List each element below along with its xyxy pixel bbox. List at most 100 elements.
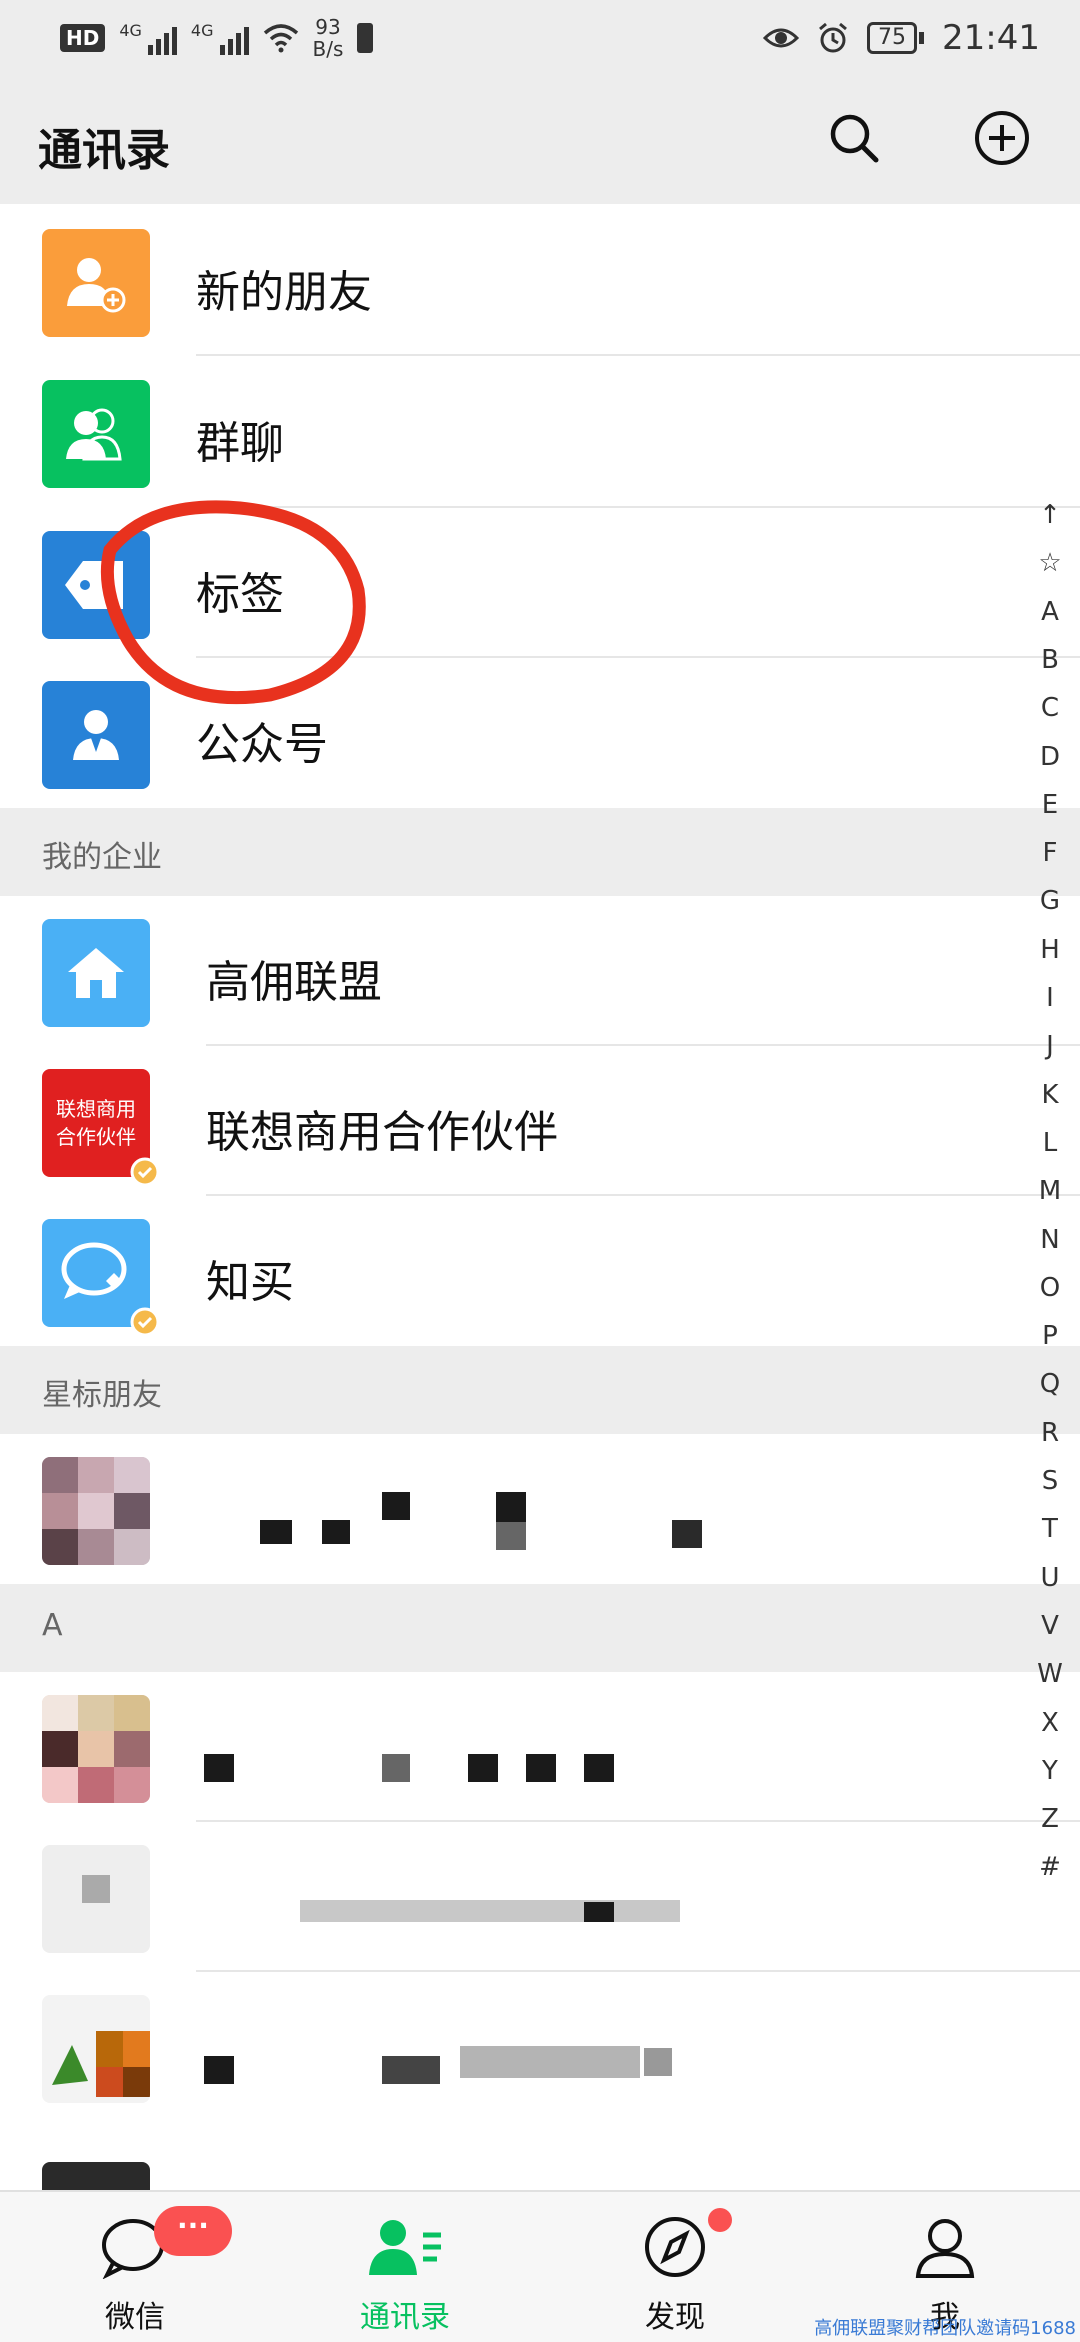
search-button[interactable] (822, 106, 886, 170)
list-item-group-chats[interactable]: 群聊 (0, 357, 1080, 507)
list-item-enterprise-lenovo[interactable]: 联想商用合作伙伴 联想商用合作伙伴 (0, 1046, 1080, 1196)
list-item-enterprise-zhimai[interactable]: 知买 (0, 1196, 1080, 1346)
lenovo-partner-logo: 联想商用合作伙伴 (42, 1069, 160, 1187)
index-letter[interactable]: D (1030, 742, 1070, 772)
section-header-starred: 星标朋友 (0, 1346, 1080, 1434)
new-dot-badge (708, 2208, 732, 2232)
list-item-new-friends[interactable]: 新的朋友 (0, 206, 1080, 356)
blurred-name (496, 1522, 526, 1550)
add-friend-icon (42, 229, 150, 337)
blurred-name (382, 1492, 410, 1520)
plus-circle-icon (975, 111, 1029, 165)
contact-row-starred[interactable] (0, 1434, 1080, 1584)
index-letter[interactable]: T (1030, 1514, 1070, 1544)
unread-badge: ··· (154, 2206, 232, 2256)
blurred-name (496, 1492, 526, 1522)
section-header-a: A (0, 1584, 1080, 1672)
index-letter[interactable]: M (1030, 1176, 1070, 1206)
list-item-label: 公众号 (196, 719, 328, 770)
index-letter[interactable]: J (1030, 1031, 1070, 1061)
blurred-name (382, 1754, 410, 1782)
index-letter[interactable]: C (1030, 693, 1070, 723)
blurred-name (260, 1520, 292, 1544)
clock: 21:41 (942, 18, 1040, 58)
blurred-name (584, 1754, 614, 1782)
blurred-name (672, 1520, 702, 1548)
tab-discover[interactable]: 发现 (540, 2192, 810, 2342)
list-item-label: 群聊 (196, 418, 284, 469)
person-icon (915, 2219, 975, 2278)
index-letter[interactable]: L (1030, 1128, 1070, 1158)
index-letter[interactable]: S (1030, 1466, 1070, 1496)
index-letter[interactable]: Z (1030, 1804, 1070, 1834)
index-letter[interactable]: K (1030, 1080, 1070, 1110)
index-letter[interactable]: G (1030, 886, 1070, 916)
watermark: 高佣联盟聚财帮团队邀请码1688 (814, 2318, 1076, 2339)
index-letter[interactable]: ☆ (1030, 548, 1070, 578)
index-letter[interactable]: A (1030, 597, 1070, 627)
index-letter[interactable]: W (1030, 1659, 1070, 1689)
list-item-label: 知买 (206, 1257, 294, 1308)
battery-icon: 75 (867, 22, 925, 54)
index-letter[interactable]: Q (1030, 1369, 1070, 1399)
group-icon (42, 380, 150, 488)
alarm-icon (819, 22, 847, 53)
index-letter[interactable]: X (1030, 1708, 1070, 1738)
index-letter[interactable]: O (1030, 1273, 1070, 1303)
avatar (42, 1845, 150, 1953)
annotation-circle (100, 500, 366, 705)
net-speed: 93 B/s (312, 15, 344, 61)
index-letter[interactable]: E (1030, 790, 1070, 820)
index-letter[interactable]: R (1030, 1418, 1070, 1448)
blurred-name (382, 2056, 440, 2084)
avatar (42, 1995, 150, 2103)
header: 通讯录 (0, 76, 1080, 204)
index-letter[interactable]: H (1030, 935, 1070, 965)
status-bar: HD 4G 4G 93 B/s 75 21:41 (0, 0, 1080, 76)
avatar (42, 1457, 150, 1565)
tab-chats[interactable]: ··· 微信 (0, 2192, 270, 2342)
signal-icon-2: 4G (191, 21, 249, 55)
eye-icon (763, 28, 800, 48)
list-item-label: 新的朋友 (196, 267, 372, 318)
avatar (42, 1695, 150, 1803)
index-letter[interactable]: ↑ (1030, 500, 1070, 530)
blurred-name (460, 2046, 640, 2078)
contact-row[interactable] (0, 1672, 1080, 1822)
index-letter[interactable]: N (1030, 1225, 1070, 1255)
verified-icon (130, 1157, 160, 1187)
contact-row[interactable] (0, 2122, 1080, 2202)
index-letter[interactable]: B (1030, 645, 1070, 675)
page-title: 通讯录 (38, 125, 170, 176)
blurred-name (204, 1754, 234, 1782)
tab-contacts[interactable]: 通讯录 (270, 2192, 540, 2342)
list-item-label: 高佣联盟 (206, 957, 382, 1008)
add-button[interactable] (970, 106, 1034, 170)
bottom-tab-bar: ··· 微信 通讯录 发现 我 高佣联盟聚财帮团队邀请码1688 (0, 2190, 1080, 2342)
compass-icon (645, 2217, 705, 2277)
index-letter[interactable]: P (1030, 1321, 1070, 1351)
blurred-name (322, 1520, 350, 1544)
index-letter[interactable]: Y (1030, 1756, 1070, 1786)
index-letter[interactable]: V (1030, 1611, 1070, 1641)
divider (196, 354, 1080, 356)
blurred-name (468, 1754, 498, 1782)
contacts-icon (369, 2220, 441, 2275)
signal-icon: 4G (119, 21, 177, 55)
index-letter[interactable]: U (1030, 1563, 1070, 1593)
wifi-icon (263, 24, 298, 53)
index-letter[interactable]: F (1030, 838, 1070, 868)
list-item-label: 联想商用合作伙伴 (206, 1107, 558, 1158)
search-icon (830, 114, 879, 163)
hd-indicator: HD (60, 24, 106, 52)
contact-row[interactable] (0, 1972, 1080, 2122)
blurred-name (300, 1900, 680, 1922)
index-letter[interactable]: # (1030, 1852, 1070, 1882)
section-header-enterprise: 我的企业 (0, 808, 1080, 896)
index-letter[interactable]: I (1030, 983, 1070, 1013)
home-icon (42, 919, 150, 1027)
blurred-name (526, 1754, 556, 1782)
blurred-name (204, 2056, 234, 2084)
contact-row[interactable] (0, 1822, 1080, 1972)
list-item-enterprise-gaoyong[interactable]: 高佣联盟 (0, 896, 1080, 1046)
